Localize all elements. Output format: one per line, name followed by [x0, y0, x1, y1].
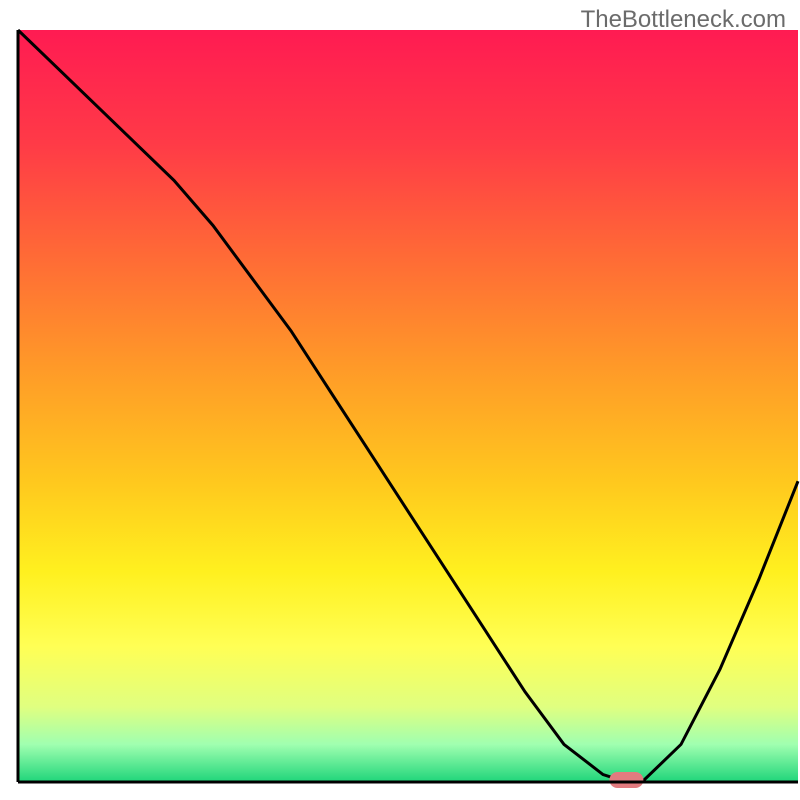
optimal-marker — [609, 772, 643, 788]
chart-container: TheBottleneck.com — [0, 0, 800, 800]
bottleneck-chart — [0, 0, 800, 800]
watermark-text: TheBottleneck.com — [581, 6, 786, 34]
